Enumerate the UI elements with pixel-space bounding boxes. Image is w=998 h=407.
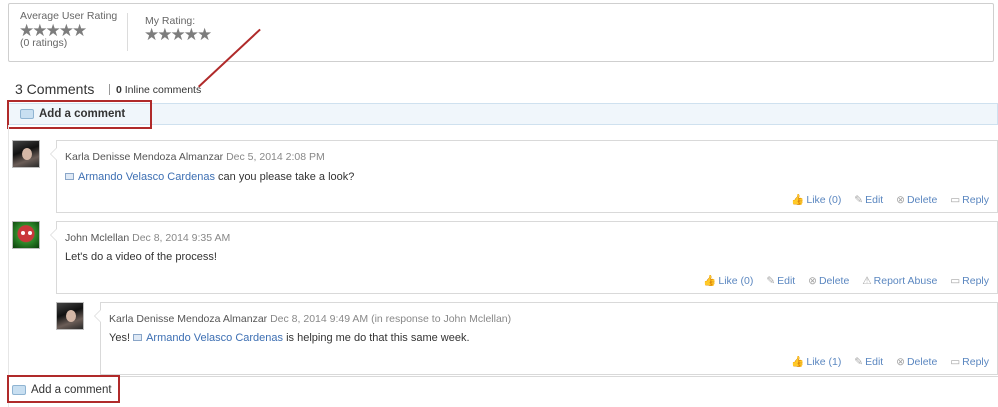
delete-icon: ⊗ [896, 194, 905, 206]
mention-link[interactable]: Armando Velasco Cardenas [78, 171, 215, 183]
comment-author[interactable]: Karla Denisse Mendoza Almanzar [65, 151, 223, 163]
comment-author[interactable]: Karla Denisse Mendoza Almanzar [109, 313, 267, 325]
report-abuse-button[interactable]: ⚠ Report Abuse [862, 275, 937, 287]
comment-actions: 👍 Like (0) ✎ Edit ⊗ Delete ⚠ Report Abuse ▭ R… [693, 274, 989, 287]
delete-icon: ⊗ [808, 275, 817, 287]
reply-button[interactable]: ▭ Reply [950, 275, 989, 287]
comment-card: Karla Denisse Mendoza Almanzar Dec 5, 20… [50, 140, 998, 213]
warning-icon: ⚠ [862, 275, 872, 287]
average-rating-count: (0 ratings) [20, 37, 68, 49]
comment-date: Dec 5, 2014 2:08 PM [226, 151, 325, 163]
add-comment-label-top: Add a comment [39, 108, 126, 120]
comment-author[interactable]: John Mclellan [65, 232, 129, 244]
comment-bubble-icon [20, 109, 34, 119]
comment-text: can you please take a look? [214, 171, 355, 183]
delete-icon: ⊗ [896, 356, 905, 368]
thread-left-border [8, 125, 9, 407]
comment-text-before: Yes! [109, 332, 134, 344]
delete-button[interactable]: ⊗ Delete [808, 275, 849, 287]
rating-divider [127, 13, 128, 51]
my-rating-stars[interactable]: ★★★★★ [144, 26, 212, 43]
speech-bubble-icon: ▭ [950, 356, 961, 368]
add-comment-label-bottom: Add a comment [31, 384, 112, 396]
comment-meta: John Mclellan Dec 8, 2014 9:35 AM [65, 232, 230, 244]
add-comment-bar-top [8, 103, 998, 125]
comment-actions: 👍 Like (0) ✎ Edit ⊗ Delete ▭ Reply [781, 193, 989, 206]
comment-date: Dec 8, 2014 9:35 AM [132, 232, 231, 244]
inline-comments-count: 0 [116, 84, 122, 96]
inline-comments-link[interactable]: 0 Inline comments [116, 84, 201, 96]
comment-body: Yes! Armando Velasco Cardenas is helping… [109, 332, 470, 344]
user-card-icon [65, 173, 74, 180]
add-comment-button-top[interactable]: Add a comment [20, 107, 125, 121]
pencil-icon: ✎ [854, 194, 864, 206]
like-button[interactable]: 👍 Like (1) [791, 356, 841, 368]
comment-bubble-icon [12, 385, 26, 395]
comments-count-title: 3 Comments [15, 81, 95, 97]
mention-link[interactable]: Armando Velasco Cardenas [146, 332, 283, 344]
edit-button[interactable]: ✎ Edit [854, 356, 883, 368]
thread-bottom-divider [8, 376, 998, 377]
comment-card-reply: Karla Denisse Mendoza Almanzar Dec 8, 20… [94, 302, 998, 375]
header-separator [109, 84, 110, 95]
comment-body: Armando Velasco Cardenas can you please … [65, 171, 354, 183]
edit-button[interactable]: ✎ Edit [854, 194, 883, 206]
comment-date: Dec 8, 2014 9:49 AM (in response to John… [270, 313, 512, 325]
delete-button[interactable]: ⊗ Delete [896, 194, 937, 206]
like-button[interactable]: 👍 Like (0) [791, 194, 841, 206]
avatar-john[interactable] [12, 221, 40, 249]
rating-panel: Average User Rating ★★★★★ (0 ratings) My… [8, 3, 994, 62]
like-button[interactable]: 👍 Like (0) [703, 275, 753, 287]
comment-card: John Mclellan Dec 8, 2014 9:35 AM Let's … [50, 221, 998, 294]
inline-comments-label: Inline comments [124, 84, 202, 96]
thumbs-up-icon: 👍 [791, 356, 805, 368]
reply-button[interactable]: ▭ Reply [950, 194, 989, 206]
reply-button[interactable]: ▭ Reply [950, 356, 989, 368]
delete-button[interactable]: ⊗ Delete [896, 356, 937, 368]
comment-actions: 👍 Like (1) ✎ Edit ⊗ Delete ▭ Reply [781, 355, 989, 368]
thumbs-up-icon: 👍 [703, 275, 717, 287]
speech-bubble-icon: ▭ [950, 194, 961, 206]
avatar-karla[interactable] [56, 302, 84, 330]
comment-meta: Karla Denisse Mendoza Almanzar Dec 5, 20… [65, 151, 325, 163]
comment-body: Let's do a video of the process! [65, 251, 217, 263]
edit-button[interactable]: ✎ Edit [766, 275, 795, 287]
comment-text-after: is helping me do that this same week. [283, 332, 470, 344]
comment-meta: Karla Denisse Mendoza Almanzar Dec 8, 20… [109, 313, 511, 325]
avatar-karla[interactable] [12, 140, 40, 168]
pencil-icon: ✎ [766, 275, 776, 287]
thumbs-up-icon: 👍 [791, 194, 805, 206]
pencil-icon: ✎ [854, 356, 864, 368]
user-card-icon [133, 334, 143, 341]
average-rating-stars: ★★★★★ [19, 21, 87, 40]
add-comment-button-bottom[interactable]: Add a comment [12, 383, 112, 397]
speech-bubble-icon: ▭ [950, 275, 961, 287]
